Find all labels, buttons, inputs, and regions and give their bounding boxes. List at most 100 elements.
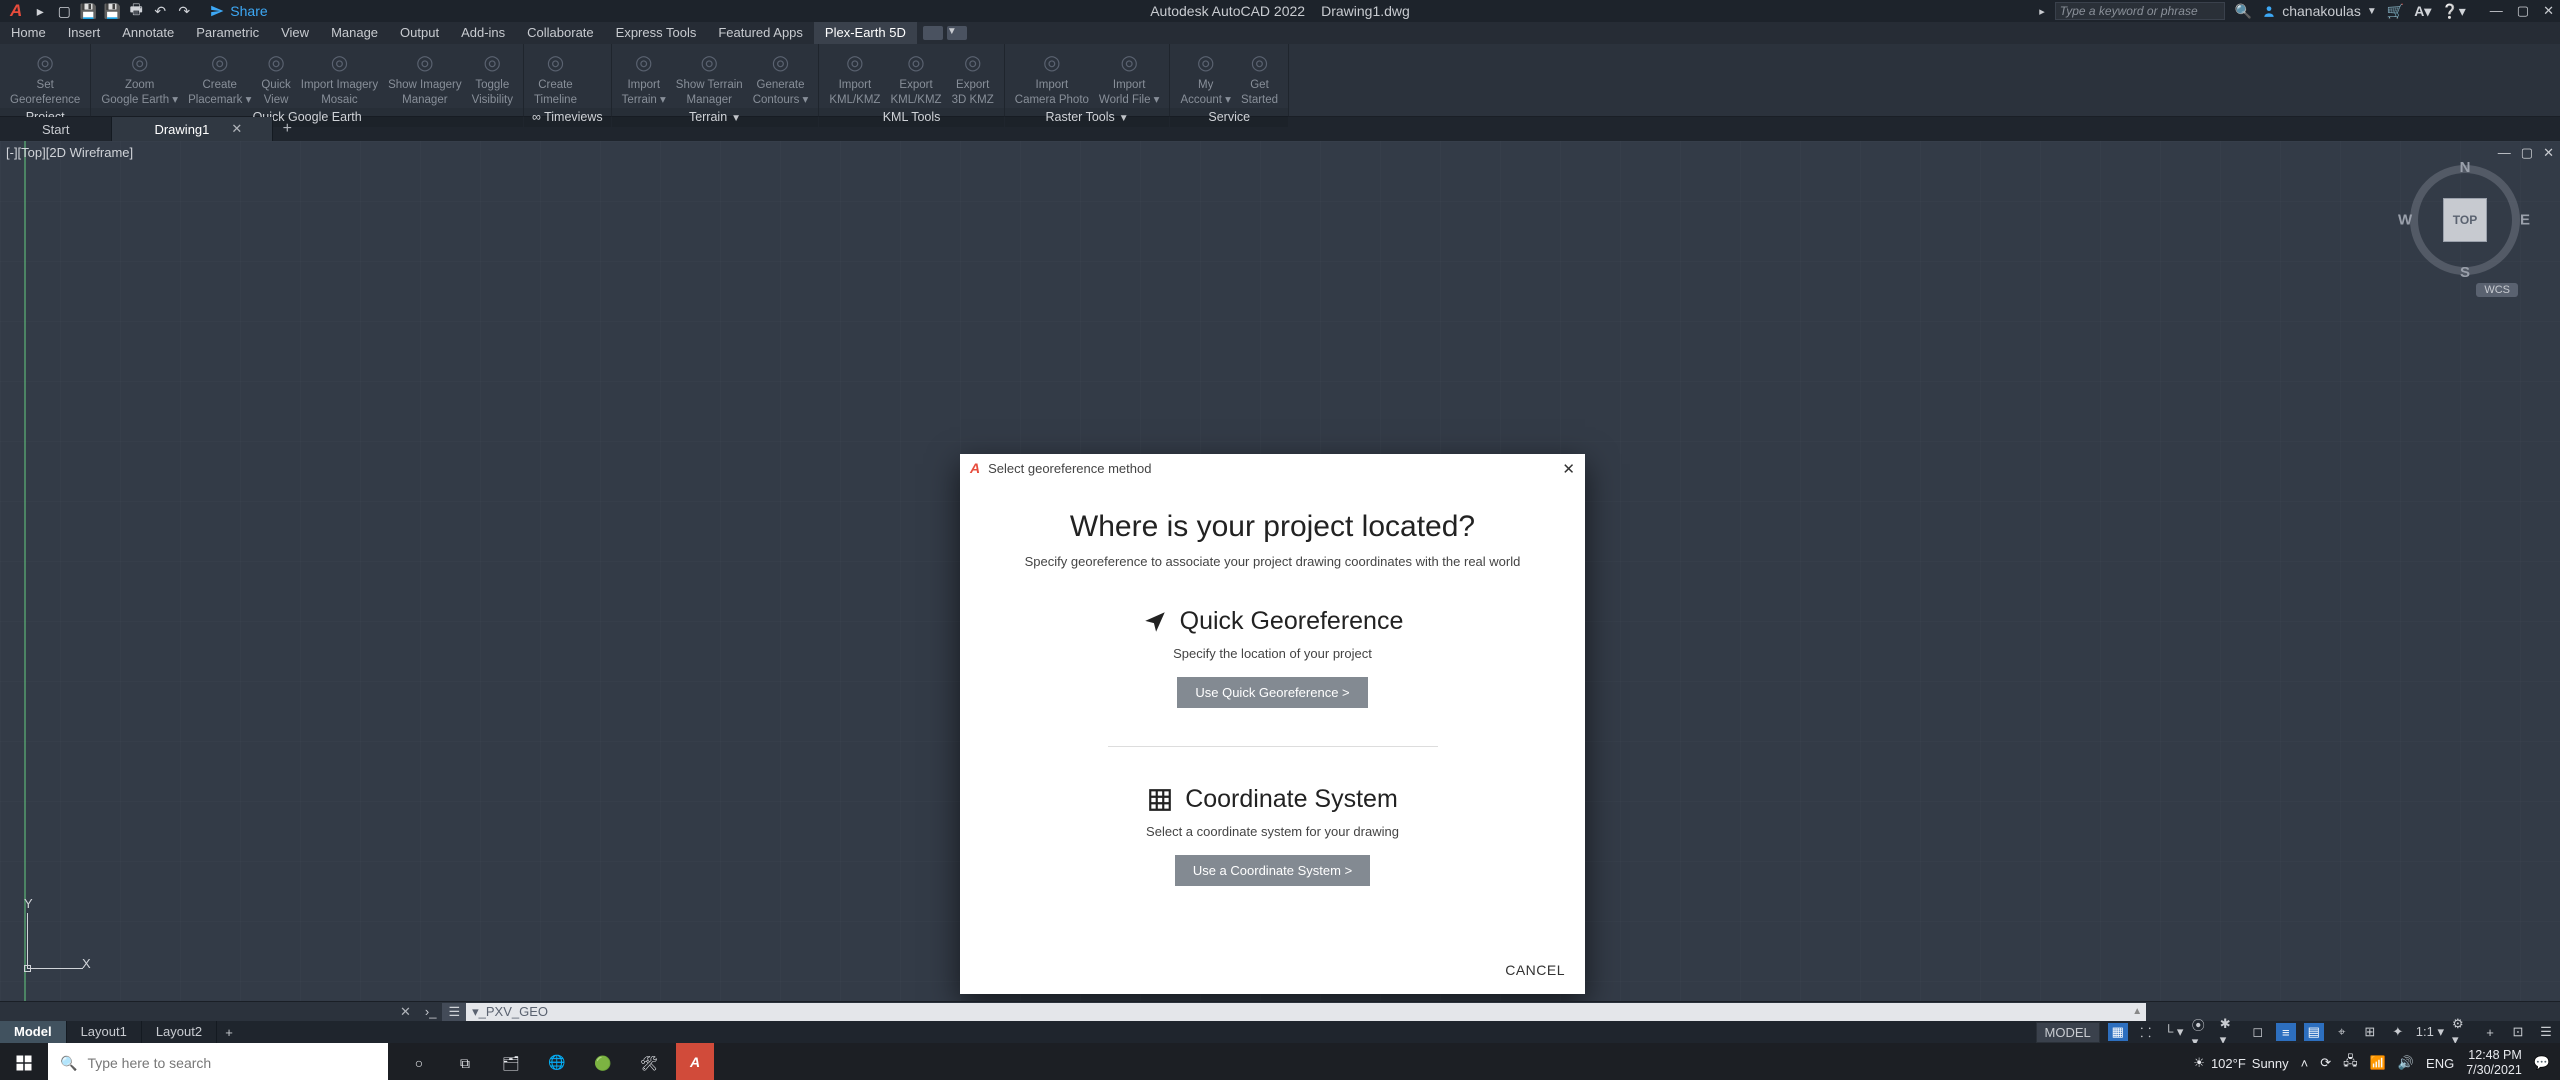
status-snap-icon[interactable]: ⸬ xyxy=(2136,1023,2156,1041)
tray-wifi-icon[interactable]: 📶 xyxy=(2370,1055,2386,1071)
menu-manage[interactable]: Manage xyxy=(320,22,389,44)
status-model-button[interactable]: MODEL xyxy=(2036,1022,2100,1043)
use-quick-georeference-button[interactable]: Use Quick Georeference > xyxy=(1177,677,1367,708)
tray-notifications-icon[interactable]: 💬 xyxy=(2534,1055,2550,1071)
ribbon-generate-contours[interactable]: ◎GenerateContours ▾ xyxy=(749,48,813,108)
start-button[interactable] xyxy=(0,1054,48,1072)
menu-plex-earth-5d[interactable]: Plex-Earth 5D xyxy=(814,22,917,44)
status-polar-icon[interactable]: ⦿ ▾ xyxy=(2192,1023,2212,1041)
ribbon-export-kml-kmz[interactable]: ◎ExportKML/KMZ xyxy=(886,48,945,108)
status-customize-icon[interactable]: ☰ xyxy=(2536,1023,2556,1041)
layout-tab-layout2[interactable]: Layout2 xyxy=(142,1021,217,1043)
ribbon-get-started[interactable]: ◎GetStarted xyxy=(1237,48,1282,108)
viewcube-south[interactable]: S xyxy=(2460,264,2470,281)
menu-parametric[interactable]: Parametric xyxy=(185,22,270,44)
edge-icon[interactable]: 🟢 xyxy=(584,1043,622,1080)
status-plus-icon[interactable]: + xyxy=(2480,1023,2500,1041)
ribbon-import-kml-kmz[interactable]: ◎ImportKML/KMZ xyxy=(825,48,884,108)
ribbon-overflow[interactable]: ▼ xyxy=(923,22,967,44)
cmdline-input[interactable]: ▾_PXV_GEO ▲ xyxy=(466,1003,2146,1021)
undo-icon[interactable]: ↶ xyxy=(152,3,168,19)
ribbon-my-account[interactable]: ◎MyAccount ▾ xyxy=(1176,48,1235,108)
cmdline-close-icon[interactable]: ✕ xyxy=(400,1004,411,1020)
menu-annotate[interactable]: Annotate xyxy=(111,22,185,44)
layout-tab-model[interactable]: Model xyxy=(0,1021,67,1043)
open-icon[interactable]: ▢ xyxy=(56,3,72,19)
add-layout-button[interactable]: + xyxy=(217,1021,241,1043)
redo-icon[interactable]: ↷ xyxy=(176,3,192,19)
help-search[interactable]: Type a keyword or phrase xyxy=(2055,2,2225,20)
ribbon-import-terrain[interactable]: ◎ImportTerrain ▾ xyxy=(618,48,670,108)
ribbon-zoom-google-earth[interactable]: ◎ZoomGoogle Earth ▾ xyxy=(97,48,182,108)
status-grid-icon[interactable]: ▦ xyxy=(2108,1023,2128,1041)
menu-add-ins[interactable]: Add-ins xyxy=(450,22,516,44)
viewcube[interactable]: TOP N S E W WCS xyxy=(2410,165,2520,275)
ribbon-set-georeference[interactable]: ◎SetGeoreference xyxy=(6,48,84,108)
viewport-minimize-icon[interactable]: — xyxy=(2498,145,2511,161)
status-transparency-icon[interactable]: ▤ xyxy=(2304,1023,2324,1041)
cortana-icon[interactable]: ○ xyxy=(400,1043,438,1080)
status-gear-icon[interactable]: ⚙ ▾ xyxy=(2452,1023,2472,1041)
tab-start[interactable]: Start xyxy=(0,117,112,141)
close-button[interactable]: ✕ xyxy=(2543,3,2554,19)
status-selectioncycling-icon[interactable]: ⊞ xyxy=(2360,1023,2380,1041)
status-isodraft-icon[interactable]: ✱ ▾ xyxy=(2220,1023,2240,1041)
dialog-close-button[interactable]: ✕ xyxy=(1562,460,1575,478)
viewcube-east[interactable]: E xyxy=(2520,212,2530,229)
menu-home[interactable]: Home xyxy=(0,22,57,44)
status-osnap-icon[interactable]: ◻ xyxy=(2248,1023,2268,1041)
drawing-area[interactable]: [-][Top][2D Wireframe] — ▢ ✕ TOP N S E W… xyxy=(0,141,2560,1001)
viewcube-top-face[interactable]: TOP xyxy=(2443,198,2487,242)
new-icon[interactable]: ▸ xyxy=(32,3,48,19)
minimize-button[interactable]: — xyxy=(2490,3,2503,19)
tray-clock[interactable]: 12:48 PM 7/30/2021 xyxy=(2466,1048,2522,1078)
tray-language[interactable]: ENG xyxy=(2426,1056,2454,1071)
tray-chevron-icon[interactable]: ˄ xyxy=(2301,1056,2309,1071)
status-scale[interactable]: 1:1 ▾ xyxy=(2416,1024,2444,1040)
chrome-icon[interactable]: 🌐 xyxy=(538,1043,576,1080)
plot-icon[interactable]: 🖶 xyxy=(128,3,144,19)
autodesk-app-store-icon[interactable]: 🛒 xyxy=(2387,3,2404,20)
menu-output[interactable]: Output xyxy=(389,22,450,44)
ribbon-quick-view[interactable]: ◎QuickView xyxy=(257,48,294,108)
task-view-icon[interactable]: ⧉ xyxy=(446,1043,484,1080)
use-coordinate-system-button[interactable]: Use a Coordinate System > xyxy=(1175,855,1370,886)
menu-featured-apps[interactable]: Featured Apps xyxy=(707,22,814,44)
ribbon-show-terrain-manager[interactable]: ◎Show TerrainManager xyxy=(672,48,747,108)
menu-view[interactable]: View xyxy=(270,22,320,44)
autocad-task-icon[interactable]: A xyxy=(676,1043,714,1080)
search-icon[interactable]: 🔍 xyxy=(2235,3,2252,20)
autodesk-a-icon[interactable]: A▾ xyxy=(2414,3,2431,20)
viewport-close-icon[interactable]: ✕ xyxy=(2543,145,2554,161)
cancel-button[interactable]: CANCEL xyxy=(1505,962,1565,978)
tab-close-icon[interactable]: ✕ xyxy=(231,121,242,137)
file-explorer-icon[interactable]: 🗂 xyxy=(492,1043,530,1080)
viewport-maximize-icon[interactable]: ▢ xyxy=(2521,145,2533,161)
maximize-button[interactable]: ▢ xyxy=(2517,3,2529,19)
taskbar-search[interactable]: 🔍 Type here to search xyxy=(48,1043,388,1080)
command-line[interactable]: ✕ ›_ ☰ ▾_PXV_GEO ▲ xyxy=(0,1001,2560,1021)
layout-tab-layout1[interactable]: Layout1 xyxy=(67,1021,142,1043)
ribbon-import-world-file[interactable]: ◎ImportWorld File ▾ xyxy=(1095,48,1164,108)
viewcube-west[interactable]: W xyxy=(2398,212,2412,229)
viewcube-wcs-badge[interactable]: WCS xyxy=(2476,283,2518,297)
tab-drawing1[interactable]: Drawing1✕ xyxy=(112,117,273,141)
status-3dosnap-icon[interactable]: ✦ xyxy=(2388,1023,2408,1041)
cmdline-history-icon[interactable]: ▲ xyxy=(2132,1006,2142,1017)
status-workspace-icon[interactable]: ⊡ xyxy=(2508,1023,2528,1041)
weather-widget[interactable]: ☀ 102°F Sunny xyxy=(2193,1055,2288,1071)
save-icon[interactable]: 💾 xyxy=(80,3,96,19)
menu-collaborate[interactable]: Collaborate xyxy=(516,22,605,44)
info-try-icon[interactable]: ▸ xyxy=(2039,5,2045,18)
ribbon-toggle-visibility[interactable]: ◎ToggleVisibility xyxy=(468,48,517,108)
ribbon-import-camera-photo[interactable]: ◎ImportCamera Photo xyxy=(1011,48,1093,108)
cmdline-handle[interactable]: ☰ xyxy=(442,1003,466,1021)
ribbon-export-3d-kmz[interactable]: ◎Export3D KMZ xyxy=(948,48,998,108)
status-ortho-icon[interactable]: └ ▾ xyxy=(2164,1023,2184,1041)
ribbon-create-timeline[interactable]: ◎CreateTimeline xyxy=(530,48,581,108)
viewcube-north[interactable]: N xyxy=(2460,159,2471,176)
menu-insert[interactable]: Insert xyxy=(57,22,112,44)
status-dynucs-icon[interactable]: ⌖ xyxy=(2332,1023,2352,1041)
status-lineweight-icon[interactable]: ≡ xyxy=(2276,1023,2296,1041)
help-icon[interactable]: ❔▾ xyxy=(2441,3,2465,20)
